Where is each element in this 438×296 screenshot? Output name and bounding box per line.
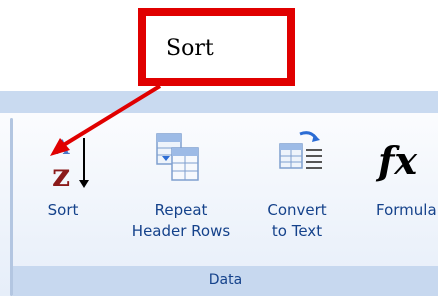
- callout-arrow: [50, 84, 162, 156]
- screenshot-canvas: A z Sort Repeat H: [0, 0, 438, 296]
